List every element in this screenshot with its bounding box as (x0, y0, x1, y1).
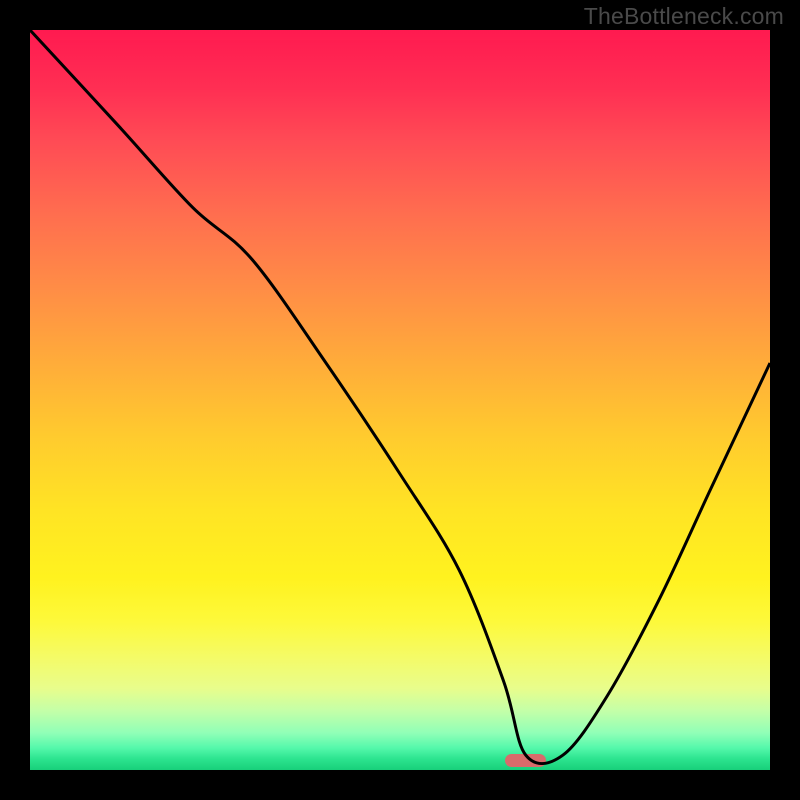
plot-area (30, 30, 770, 770)
bottleneck-curve (30, 30, 770, 770)
watermark-text: TheBottleneck.com (584, 3, 784, 30)
chart-frame: TheBottleneck.com (0, 0, 800, 800)
curve-path (30, 30, 770, 764)
